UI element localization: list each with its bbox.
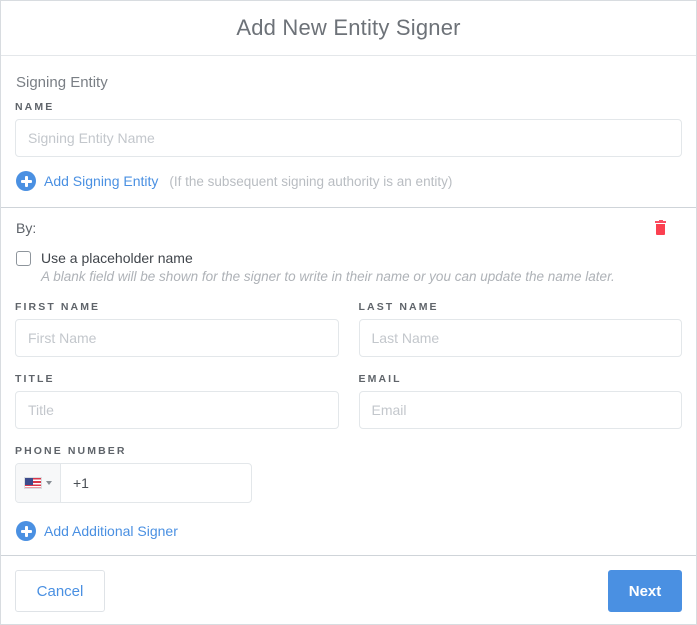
name-fields-row: FIRST NAME LAST NAME xyxy=(15,301,682,357)
country-code-select[interactable] xyxy=(16,464,61,502)
title-field-group: TITLE xyxy=(15,373,339,429)
chevron-down-icon xyxy=(46,481,52,485)
signing-entity-heading: Signing Entity xyxy=(16,74,108,91)
add-signing-entity-button[interactable]: Add Signing Entity (If the subsequent si… xyxy=(15,157,682,207)
use-placeholder-name-checkbox[interactable] xyxy=(16,251,31,266)
use-placeholder-name-hint: A blank field will be shown for the sign… xyxy=(41,269,615,284)
signing-entity-section: Signing Entity NAME Add Signing Entity (… xyxy=(1,74,696,208)
us-flag-icon xyxy=(24,477,42,489)
first-name-input[interactable] xyxy=(15,319,339,357)
phone-number-field-group xyxy=(15,463,252,503)
add-signing-entity-label[interactable]: Add Signing Entity xyxy=(44,173,158,189)
signer-section: By: Use a placeholder name A blank field… xyxy=(1,208,696,556)
title-input[interactable] xyxy=(15,391,339,429)
title-label: TITLE xyxy=(15,373,55,385)
plus-circle-icon xyxy=(16,521,36,541)
trash-can-body xyxy=(656,224,665,235)
by-label: By: xyxy=(16,220,37,236)
page-title: Add New Entity Signer xyxy=(236,15,461,40)
email-field-group: EMAIL xyxy=(358,373,682,429)
last-name-label: LAST NAME xyxy=(358,301,439,313)
add-signing-entity-hint: (If the subsequent signing authority is … xyxy=(169,173,453,189)
email-label: EMAIL xyxy=(358,373,402,385)
first-name-label: FIRST NAME xyxy=(15,301,101,313)
use-placeholder-name-label[interactable]: Use a placeholder name xyxy=(41,250,615,266)
entity-name-label: NAME xyxy=(15,101,55,113)
entity-name-field-group: NAME xyxy=(15,101,682,157)
last-name-field-group: LAST NAME xyxy=(358,301,682,357)
add-additional-signer-label[interactable]: Add Additional Signer xyxy=(44,523,178,539)
first-name-field-group: FIRST NAME xyxy=(15,301,339,357)
delete-signer-trash-icon[interactable] xyxy=(655,219,666,235)
cancel-button[interactable]: Cancel xyxy=(15,570,105,612)
dialog-footer: Cancel Next xyxy=(1,556,696,624)
title-email-row: TITLE EMAIL xyxy=(15,373,682,429)
add-entity-signer-dialog: Add New Entity Signer Signing Entity NAM… xyxy=(0,0,697,625)
placeholder-name-text: Use a placeholder name A blank field wil… xyxy=(41,250,615,285)
placeholder-name-row: Use a placeholder name A blank field wil… xyxy=(16,250,682,285)
last-name-input[interactable] xyxy=(358,319,682,357)
plus-circle-icon xyxy=(16,171,36,191)
email-input[interactable] xyxy=(358,391,682,429)
next-button[interactable]: Next xyxy=(608,570,682,612)
entity-name-input[interactable] xyxy=(15,119,682,157)
dialog-header: Add New Entity Signer xyxy=(1,1,696,56)
phone-row: PHONE NUMBER xyxy=(15,445,682,503)
phone-number-label: PHONE NUMBER xyxy=(15,445,127,457)
add-additional-signer-button[interactable]: Add Additional Signer xyxy=(15,503,682,555)
signer-header-row: By: xyxy=(15,208,682,236)
trash-lid xyxy=(655,219,666,223)
phone-number-input[interactable] xyxy=(61,464,251,502)
flag-canton xyxy=(25,478,33,485)
